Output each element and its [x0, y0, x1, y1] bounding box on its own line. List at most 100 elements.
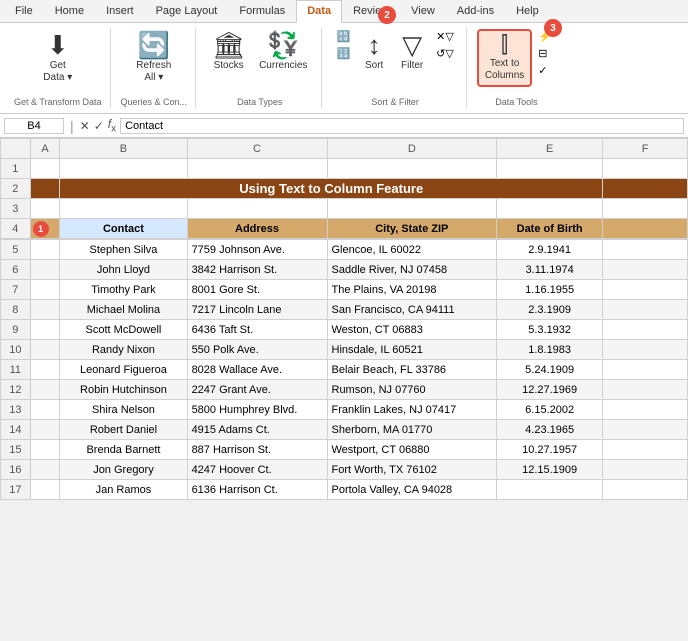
refresh-all-button[interactable]: 🔄 RefreshAll ▾ [130, 29, 177, 87]
function-icon[interactable]: fx [108, 117, 116, 134]
dob-cell-16[interactable]: 12.15.1909 [497, 460, 603, 480]
cell-a10[interactable] [30, 340, 60, 360]
cell-reference-input[interactable] [4, 118, 64, 134]
tab-page-layout[interactable]: Page Layout [145, 0, 229, 22]
cell-f1[interactable] [603, 159, 688, 179]
address-cell-9[interactable]: 6436 Taft St. [187, 320, 327, 340]
header-city[interactable]: City, State ZIP [327, 219, 497, 239]
cell-a9[interactable] [30, 320, 60, 340]
cell-a11[interactable] [30, 360, 60, 380]
tab-home[interactable]: Home [44, 0, 95, 22]
city-cell-9[interactable]: Weston, CT 06883 [327, 320, 497, 340]
city-cell-15[interactable]: Westport, CT 06880 [327, 440, 497, 460]
dob-cell-12[interactable]: 12.27.1969 [497, 380, 603, 400]
address-cell-7[interactable]: 8001 Gore St. [187, 280, 327, 300]
city-cell-14[interactable]: Sherborn, MA 01770 [327, 420, 497, 440]
cell-a4[interactable]: 1 [30, 219, 60, 239]
cell-d3[interactable] [327, 199, 497, 219]
tab-file[interactable]: File [4, 0, 44, 22]
contact-cell-13[interactable]: Shira Nelson [60, 400, 187, 420]
tab-view[interactable]: View [400, 0, 446, 22]
cell-f8[interactable] [603, 300, 688, 320]
col-header-e[interactable]: E [497, 139, 603, 159]
contact-cell-15[interactable]: Brenda Barnett [60, 440, 187, 460]
city-cell-7[interactable]: The Plains, VA 20198 [327, 280, 497, 300]
confirm-icon[interactable]: ✓ [94, 119, 104, 133]
cell-a5[interactable] [30, 240, 60, 260]
data-validation-button[interactable]: ✓ [534, 63, 556, 78]
address-cell-13[interactable]: 5800 Humphrey Blvd. [187, 400, 327, 420]
contact-cell-8[interactable]: Michael Molina [60, 300, 187, 320]
cell-e3[interactable] [497, 199, 603, 219]
formula-input[interactable] [120, 118, 684, 134]
col-header-d[interactable]: D [327, 139, 497, 159]
address-cell-10[interactable]: 550 Polk Ave. [187, 340, 327, 360]
dob-cell-6[interactable]: 3.11.1974 [497, 260, 603, 280]
cell-a12[interactable] [30, 380, 60, 400]
cell-f16[interactable] [603, 460, 688, 480]
cell-f10[interactable] [603, 340, 688, 360]
col-header-a[interactable]: A [30, 139, 60, 159]
address-cell-6[interactable]: 3842 Harrison St. [187, 260, 327, 280]
cell-a8[interactable] [30, 300, 60, 320]
header-address[interactable]: Address [187, 219, 327, 239]
sort-za-button[interactable]: 🔢 [332, 46, 354, 61]
tab-help[interactable]: Help [505, 0, 550, 22]
address-cell-17[interactable]: 6136 Harrison Ct. [187, 480, 327, 500]
cell-c3[interactable] [187, 199, 327, 219]
tab-addins[interactable]: Add-ins [446, 0, 505, 22]
cell-f3[interactable] [603, 199, 688, 219]
sort-az-button[interactable]: 🔡 [332, 29, 354, 44]
sort-button[interactable]: ↕ Sort [356, 29, 392, 75]
contact-cell-9[interactable]: Scott McDowell [60, 320, 187, 340]
city-cell-13[interactable]: Franklin Lakes, NJ 07417 [327, 400, 497, 420]
contact-cell-17[interactable]: Jan Ramos [60, 480, 187, 500]
cell-a16[interactable] [30, 460, 60, 480]
cell-a15[interactable] [30, 440, 60, 460]
cell-f12[interactable] [603, 380, 688, 400]
cell-b3[interactable] [60, 199, 187, 219]
cell-b1[interactable] [60, 159, 187, 179]
city-cell-17[interactable]: Portola Valley, CA 94028 [327, 480, 497, 500]
dob-cell-5[interactable]: 2.9.1941 [497, 240, 603, 260]
tab-formulas[interactable]: Formulas [228, 0, 296, 22]
cell-f14[interactable] [603, 420, 688, 440]
clear-filter-button[interactable]: ✕▽ [432, 29, 458, 44]
cell-e1[interactable] [497, 159, 603, 179]
city-cell-5[interactable]: Glencoe, IL 60022 [327, 240, 497, 260]
cell-d1[interactable] [327, 159, 497, 179]
address-cell-5[interactable]: 7759 Johnson Ave. [187, 240, 327, 260]
col-header-f[interactable]: F [603, 139, 688, 159]
city-cell-6[interactable]: Saddle River, NJ 07458 [327, 260, 497, 280]
title-cell[interactable]: Using Text to Column Feature [60, 179, 603, 199]
contact-cell-10[interactable]: Randy Nixon [60, 340, 187, 360]
header-contact[interactable]: Contact [60, 219, 187, 239]
dob-cell-17[interactable] [497, 480, 603, 500]
city-cell-10[interactable]: Hinsdale, IL 60521 [327, 340, 497, 360]
address-cell-8[interactable]: 7217 Lincoln Lane [187, 300, 327, 320]
reapply-button[interactable]: ↺▽ [432, 46, 458, 61]
dob-cell-14[interactable]: 4.23.1965 [497, 420, 603, 440]
address-cell-12[interactable]: 2247 Grant Ave. [187, 380, 327, 400]
filter-button[interactable]: ▽ Filter [394, 29, 430, 75]
remove-duplicates-button[interactable]: ⊟ [534, 46, 556, 61]
city-cell-16[interactable]: Fort Worth, TX 76102 [327, 460, 497, 480]
cell-a3[interactable] [30, 199, 60, 219]
cell-f11[interactable] [603, 360, 688, 380]
dob-cell-8[interactable]: 2.3.1909 [497, 300, 603, 320]
col-header-c[interactable]: C [187, 139, 327, 159]
text-to-columns-button[interactable]: ⫿ Text toColumns [477, 29, 532, 87]
get-data-button[interactable]: ⬇ GetData ▾ [37, 29, 78, 87]
dob-cell-15[interactable]: 10.27.1957 [497, 440, 603, 460]
cell-a1[interactable] [30, 159, 60, 179]
tab-insert[interactable]: Insert [95, 0, 145, 22]
cell-a14[interactable] [30, 420, 60, 440]
cell-f9[interactable] [603, 320, 688, 340]
address-cell-14[interactable]: 4915 Adams Ct. [187, 420, 327, 440]
dob-cell-13[interactable]: 6.15.2002 [497, 400, 603, 420]
cell-c1[interactable] [187, 159, 327, 179]
tab-data[interactable]: Data [296, 0, 342, 23]
contact-cell-11[interactable]: Leonard Figueroa [60, 360, 187, 380]
contact-cell-12[interactable]: Robin Hutchinson [60, 380, 187, 400]
address-cell-15[interactable]: 887 Harrison St. [187, 440, 327, 460]
